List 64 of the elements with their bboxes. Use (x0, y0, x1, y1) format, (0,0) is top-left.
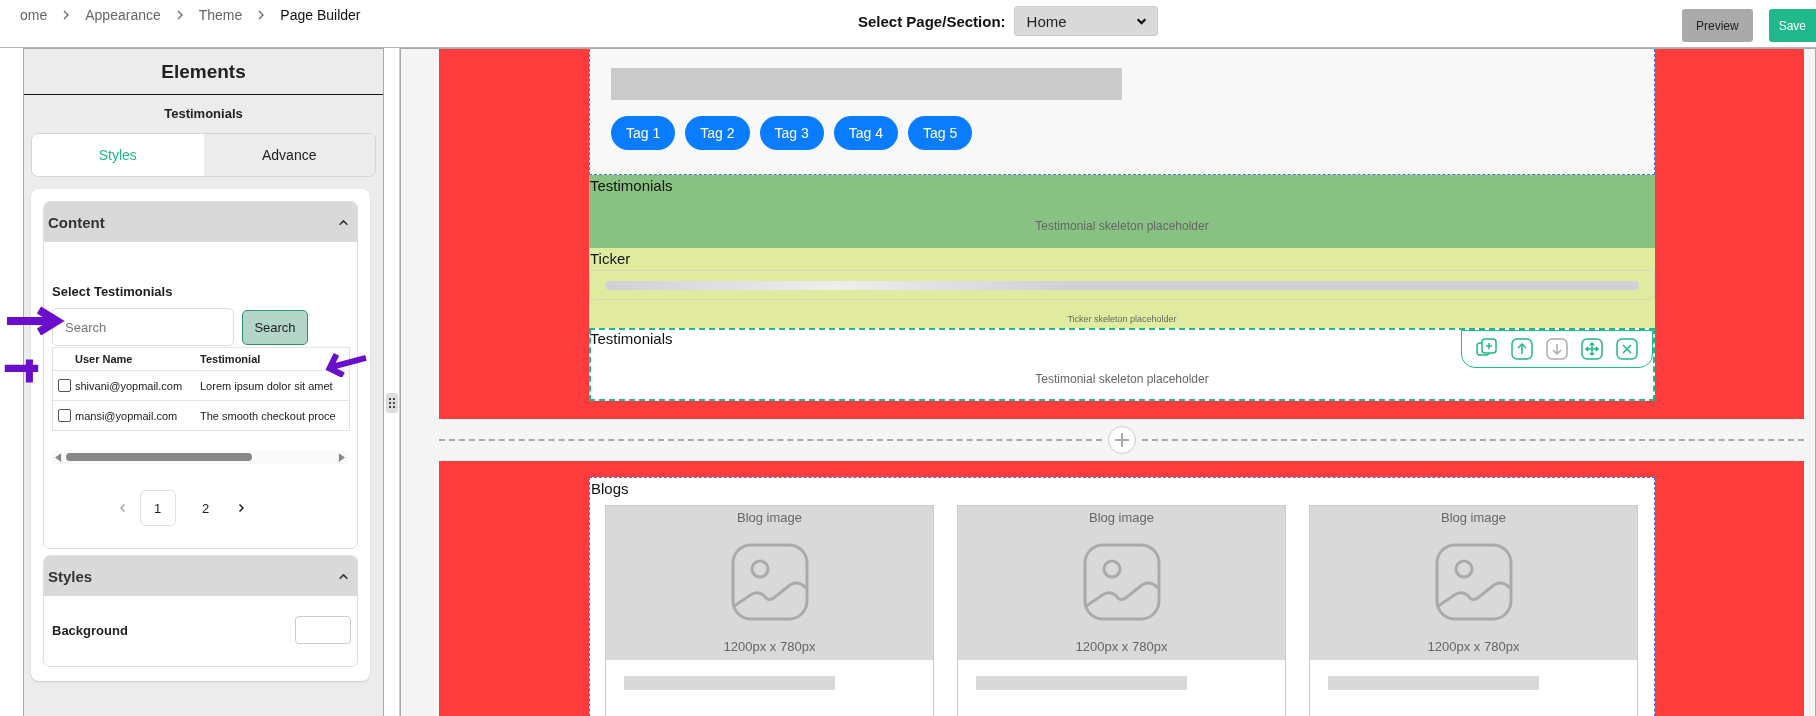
annotation-arrow (324, 351, 368, 377)
image-label: Blog image (1088, 510, 1154, 525)
image-size: 1200px x 780px (1427, 639, 1520, 654)
image-icon (1081, 542, 1162, 622)
column-header: User Name (75, 353, 134, 365)
image-icon (729, 542, 810, 622)
annotation-arrow (5, 306, 65, 336)
breadcrumb-link[interactable]: Page Builder (280, 7, 361, 23)
checkbox[interactable] (57, 379, 71, 392)
scroll-right-icon[interactable] (338, 452, 345, 462)
page-number[interactable]: 2 (187, 490, 224, 526)
block-title: Testimonials (589, 329, 674, 347)
block-title: Ticker (589, 249, 632, 267)
tag-pill[interactable]: Tag 5 (908, 116, 973, 150)
tag-pill[interactable]: Tag 3 (759, 116, 824, 150)
scroll-left-icon[interactable] (55, 452, 62, 462)
tags-block[interactable]: Tag 1 Tag 2 Tag 3 Tag 4 Tag 5 (589, 49, 1655, 175)
color-picker[interactable] (295, 616, 351, 644)
preview-button[interactable]: Preview (1681, 9, 1753, 42)
close-icon[interactable] (1616, 338, 1638, 360)
block-title: Testimonials (589, 176, 674, 194)
image-icon (1433, 542, 1514, 622)
image-size: 1200px x 780px (1075, 639, 1168, 654)
placeholder-text: Ticker skeleton placeholder (1067, 313, 1177, 326)
accordion-title: Styles (48, 567, 93, 585)
breadcrumb-link[interactable]: ome (20, 7, 48, 23)
tag-pill[interactable]: Tag 2 (685, 116, 750, 150)
add-section-button[interactable] (1107, 426, 1136, 454)
panel-title: Elements (24, 49, 383, 95)
placeholder-text: Testimonial skeleton placeholder (1035, 371, 1209, 388)
accordion-header[interactable]: Content (44, 202, 357, 242)
table-cell: Lorem ipsum dolor sit amet (200, 379, 333, 392)
testimonials-block[interactable]: Testimonials Testimonial skeleton placeholder (589, 175, 1655, 248)
image-size: 1200px x 780px (723, 639, 816, 654)
element-name: Testimonials (163, 105, 244, 123)
tag-pill[interactable]: Tag 4 (833, 116, 898, 150)
table-cell: The smooth checkout proce (200, 409, 336, 422)
table-cell-text: shivani@yopmail.com (75, 379, 184, 392)
field-label: Background (52, 622, 128, 638)
tag-pill[interactable]: Tag 1 (611, 116, 676, 150)
arrow-up-icon[interactable] (1511, 338, 1533, 360)
page-number[interactable]: 1 (139, 490, 176, 526)
search-button[interactable]: Search (242, 309, 308, 345)
testimonials-block[interactable]: Testimonials Testimonial skeleton placeholder (589, 328, 1655, 401)
ticker-block[interactable]: Ticker Ticker skeleton placeholder (589, 248, 1655, 328)
search-field[interactable]: Search (52, 308, 234, 346)
accordion-header[interactable]: Styles (44, 556, 357, 596)
resize-handle[interactable] (385, 393, 398, 413)
image-label: Blog image (1440, 510, 1506, 525)
breadcrumb-link[interactable]: Appearance (85, 7, 161, 23)
page-select[interactable]: Home (1013, 6, 1158, 36)
breadcrumb-link[interactable]: Theme (198, 7, 243, 23)
page-select-label: Select Page/Section: (858, 12, 1006, 30)
field-label: Select Testimonials (52, 284, 174, 299)
block-title: Blogs (590, 479, 630, 497)
column-header: Testimonial (200, 353, 261, 365)
image-label: Blog image (736, 510, 802, 525)
blogs-block[interactable]: Blogs Blog image 1200px x 780px Blog image 1200px x 780px Blog image 1200px x 780px (589, 477, 1655, 716)
checkbox[interactable] (57, 409, 71, 422)
horizontal-scrollbar[interactable] (52, 450, 348, 464)
accordion-title: Content (48, 213, 105, 231)
move-icon[interactable] (1581, 338, 1603, 360)
table-cell-text: mansi@yopmail.com (75, 409, 179, 422)
placeholder-text: Testimonial skeleton placeholder (1035, 218, 1209, 235)
